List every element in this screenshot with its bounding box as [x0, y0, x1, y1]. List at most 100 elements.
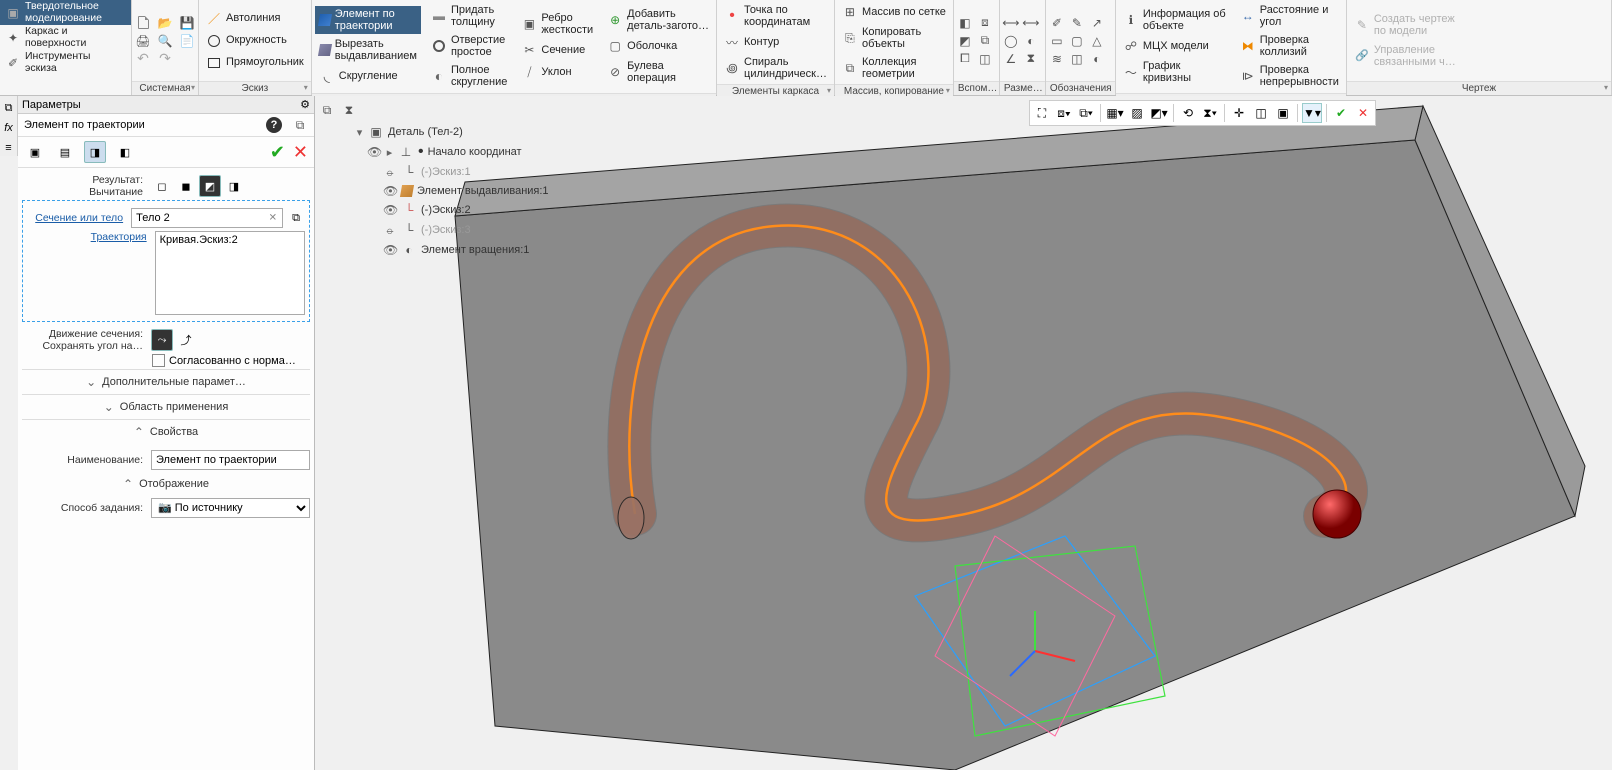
aux-btn-1[interactable]: ◧	[957, 15, 973, 31]
visibility-toggle[interactable]: ⦵	[383, 223, 397, 238]
cmd-section[interactable]: Сечение	[517, 40, 597, 60]
help-button[interactable]: ?	[266, 117, 282, 133]
cmd-full-fillet[interactable]: Полное скругление	[427, 62, 511, 90]
redo-button[interactable]	[157, 51, 173, 67]
vt-btn-3[interactable]: ⧉▾	[1076, 103, 1096, 123]
cmd-continuity-check[interactable]: Проверка непрерывности	[1236, 62, 1343, 90]
section-scope[interactable]: Область применения	[22, 394, 310, 419]
group-caption[interactable]: Эскиз	[199, 81, 311, 95]
aux-btn-6[interactable]: ◫	[977, 51, 993, 67]
new-doc-button[interactable]	[135, 15, 151, 31]
cmd-cut-extrude[interactable]: Вырезать выдавливанием	[315, 36, 421, 64]
panel-settings-button[interactable]: ⚙	[300, 98, 310, 111]
visibility-toggle[interactable]: ⦵	[383, 165, 397, 180]
annot-btn-7[interactable]: ≋	[1049, 51, 1065, 67]
tree-btn-1[interactable]: ⧉	[319, 102, 335, 118]
cmd-draft[interactable]: Уклон	[517, 62, 597, 82]
tab-sketch-tools[interactable]: ✐Инструменты эскиза	[0, 50, 131, 75]
vt-btn-7[interactable]: ⟲	[1178, 103, 1198, 123]
cmd-grid-array[interactable]: Массив по сетке	[838, 2, 950, 22]
tb-mode-3[interactable]: ◨	[84, 141, 106, 163]
annot-btn-2[interactable]: ✎	[1069, 15, 1085, 31]
vt-btn-11[interactable]: ▣	[1273, 103, 1293, 123]
section-properties[interactable]: Свойства	[22, 419, 310, 444]
group-caption[interactable]: Обозначения	[1046, 81, 1115, 95]
cmd-spiral[interactable]: Спираль цилиндрическ…	[720, 54, 831, 82]
aux-btn-5[interactable]: ⧠	[957, 51, 973, 67]
vt-btn-5[interactable]: ▨	[1127, 103, 1147, 123]
cancel-button[interactable]: ✕	[293, 142, 308, 163]
dim-btn-1[interactable]: ⟷	[1003, 15, 1019, 31]
print-button[interactable]	[135, 33, 151, 49]
visibility-toggle[interactable]: 👁	[383, 203, 397, 217]
tree-origin[interactable]: 👁 ▸ ⊥ • Начало координат	[367, 142, 549, 162]
cmd-fillet[interactable]: Скругление	[315, 66, 421, 86]
cmd-point-by-coords[interactable]: Точка по координатам	[720, 2, 831, 30]
cmd-contour[interactable]: Контур	[720, 32, 831, 52]
expander-icon[interactable]: ▸	[385, 146, 394, 159]
motion-opt-1[interactable]: ⤳	[151, 329, 173, 351]
vt-btn-10[interactable]: ◫	[1251, 103, 1271, 123]
trajectory-label[interactable]: Траектория	[27, 231, 151, 243]
group-caption[interactable]: Разме…	[1000, 81, 1045, 95]
cmd-add-part[interactable]: Добавить деталь-загото…	[603, 6, 713, 34]
group-caption[interactable]: Системная	[132, 81, 198, 95]
tree-btn-2[interactable]: ⧗	[341, 102, 357, 118]
result-add[interactable]: ◻	[151, 175, 173, 197]
cmd-shell[interactable]: Оболочка	[603, 36, 713, 56]
aux-btn-2[interactable]: ⧈	[977, 15, 993, 31]
section-additional-params[interactable]: Дополнительные парамет…	[22, 369, 310, 394]
strip-btn-tree[interactable]: ⧉	[1, 100, 17, 116]
method-select[interactable]: 📷 По источнику	[151, 498, 310, 518]
vt-btn-4[interactable]: ▦▾	[1105, 103, 1125, 123]
visibility-toggle[interactable]: 👁	[367, 145, 381, 159]
dim-btn-3[interactable]: ◯	[1003, 33, 1019, 49]
aux-btn-4[interactable]: ⧉	[977, 33, 993, 49]
tab-wireframe-surfaces[interactable]: ✦Каркас и поверхности	[0, 25, 131, 50]
result-new[interactable]: ◨	[223, 175, 245, 197]
section-display[interactable]: Отображение	[22, 472, 310, 496]
trajectory-input[interactable]	[155, 231, 305, 315]
section-or-body-label[interactable]: Сечение или тело	[27, 212, 127, 224]
cmd-geometry-collection[interactable]: Коллекция геометрии	[838, 54, 950, 82]
annot-btn-6[interactable]: △	[1089, 33, 1105, 49]
tree-sketch-2[interactable]: 👁 └ (-)Эскиз:2	[383, 200, 549, 220]
vt-btn-1[interactable]: ⛶	[1032, 103, 1052, 123]
motion-opt-2[interactable]: ⤴	[175, 329, 197, 351]
cmd-distance-angle[interactable]: Расстояние и угол	[1236, 2, 1343, 30]
vt-btn-6[interactable]: ◩▾	[1149, 103, 1169, 123]
dim-btn-6[interactable]: ⧗	[1023, 51, 1039, 67]
dim-btn-5[interactable]: ∠	[1003, 51, 1019, 67]
norm-checkbox[interactable]	[152, 354, 165, 367]
cmd-boolean[interactable]: Булева операция	[603, 58, 713, 86]
properties-button[interactable]	[179, 33, 195, 49]
visibility-toggle[interactable]: 👁	[383, 243, 397, 257]
preview-button[interactable]	[157, 33, 173, 49]
tree-revolve-1[interactable]: 👁 ◐ Элемент вращения:1	[383, 240, 549, 260]
cmd-copy-objects[interactable]: Копировать объекты	[838, 24, 950, 52]
vt-filter-button[interactable]: ▼▾	[1302, 103, 1322, 123]
annot-btn-4[interactable]: ▭	[1049, 33, 1065, 49]
cmd-thicken[interactable]: Придать толщину	[427, 2, 511, 30]
strip-btn-list[interactable]: ≡	[1, 140, 17, 156]
tb-mode-2[interactable]: ▤	[54, 141, 76, 163]
cmd-rib[interactable]: Ребро жесткости	[517, 10, 597, 38]
annot-btn-9[interactable]: ◐	[1089, 51, 1105, 67]
undo-button[interactable]	[135, 51, 151, 67]
tree-root[interactable]: ▾ ▣ Деталь (Тел-2)	[355, 122, 549, 142]
dim-btn-4[interactable]: ◐	[1023, 33, 1039, 49]
visibility-toggle[interactable]: 👁	[383, 184, 397, 198]
cmd-rectangle[interactable]: Прямоугольник	[202, 53, 308, 73]
tree-sketch-3[interactable]: ⦵ └ (-)Эскиз:3	[383, 220, 549, 240]
dim-btn-2[interactable]: ⟷	[1023, 15, 1039, 31]
cmd-circle[interactable]: Окружность	[202, 31, 308, 51]
viewport-3d[interactable]: ⧉ ⧗ ▾ ▣ Деталь (Тел-2) 👁 ▸ ⊥ • Начало ко…	[315, 96, 1612, 770]
pin-button[interactable]: ⧉	[292, 117, 308, 133]
pick-section-button[interactable]: ⧉	[287, 207, 305, 229]
cmd-hole[interactable]: Отверстие простое	[427, 32, 511, 60]
cmd-autoline[interactable]: Автолиния	[202, 9, 308, 29]
vt-btn-9[interactable]: ✛	[1229, 103, 1249, 123]
cmd-collision-check[interactable]: Проверка коллизий	[1236, 32, 1343, 60]
cmd-curvature[interactable]: График кривизны	[1119, 58, 1230, 86]
aux-btn-3[interactable]: ◩	[957, 33, 973, 49]
